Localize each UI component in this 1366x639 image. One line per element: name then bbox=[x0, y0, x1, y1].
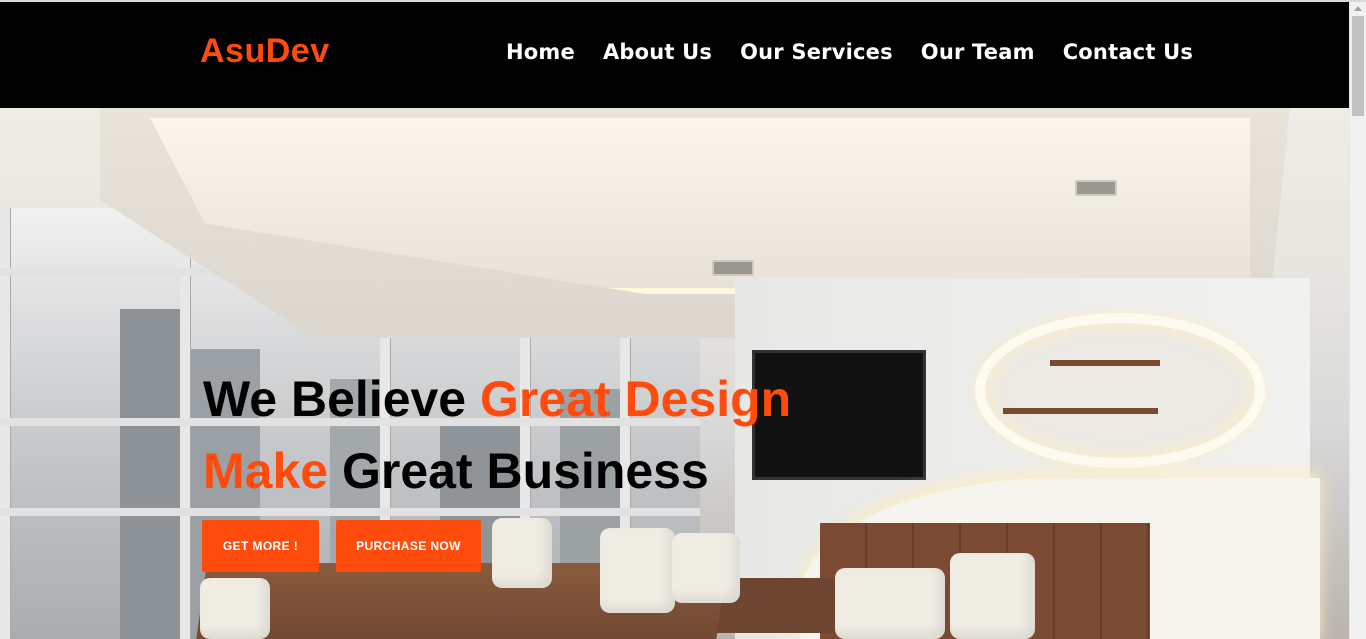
brand-logo[interactable]: AsuDev bbox=[200, 32, 330, 71]
scrollbar-thumb[interactable] bbox=[1352, 16, 1364, 116]
hero-headline: We Believe Great Design Make Great Busin… bbox=[203, 363, 791, 507]
nav-our-team[interactable]: Our Team bbox=[921, 40, 1035, 64]
scroll-up-icon[interactable] bbox=[1354, 6, 1362, 11]
headline-highlight-2: Make bbox=[203, 443, 329, 499]
nav-contact-us[interactable]: Contact Us bbox=[1063, 40, 1193, 64]
nav-our-services[interactable]: Our Services bbox=[740, 40, 893, 64]
vertical-scrollbar[interactable] bbox=[1349, 2, 1366, 639]
purchase-now-button[interactable]: PURCHASE NOW bbox=[336, 520, 481, 572]
headline-part-2: Great Business bbox=[328, 443, 709, 499]
get-more-button[interactable]: GET MORE ! bbox=[202, 520, 319, 572]
main-nav: Home About Us Our Services Our Team Cont… bbox=[506, 40, 1193, 64]
nav-about-us[interactable]: About Us bbox=[603, 40, 712, 64]
navbar: AsuDev Home About Us Our Services Our Te… bbox=[0, 2, 1349, 108]
headline-highlight-1: Great Design bbox=[480, 371, 792, 427]
hero-section: We Believe Great Design Make Great Busin… bbox=[0, 108, 1349, 639]
nav-home[interactable]: Home bbox=[506, 40, 575, 64]
headline-part-1: We Believe bbox=[203, 371, 481, 427]
